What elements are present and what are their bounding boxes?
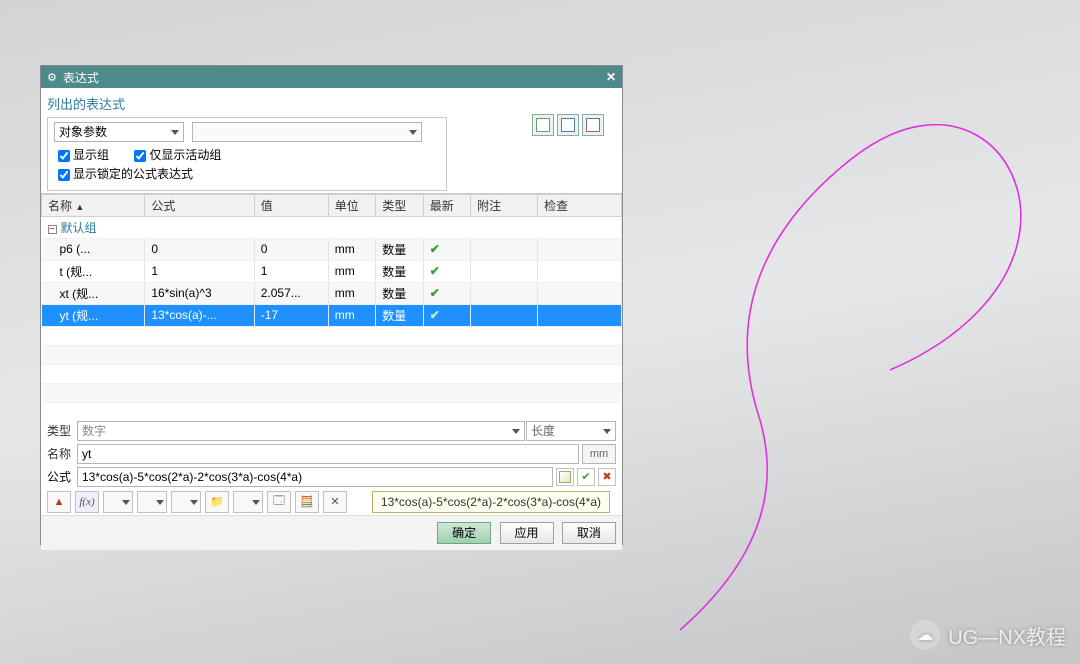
tool-calc[interactable]: 🧮	[295, 491, 319, 513]
titlebar[interactable]: ⚙ 表达式 ✕	[41, 66, 622, 88]
gear-icon: ⚙	[47, 71, 57, 84]
checkbox-show-group[interactable]: 显示组	[54, 146, 109, 165]
formula-reject-icon[interactable]	[598, 468, 616, 486]
dialog-buttons: 确定 应用 取消	[41, 515, 622, 550]
top-icon-strip	[532, 114, 604, 136]
name-label: 名称	[47, 445, 77, 462]
type-label: 类型	[47, 422, 77, 439]
table-row[interactable]: xt (规...16*sin(a)^32.057...mm数量✔	[42, 282, 622, 304]
tool-folder[interactable]: 📁	[205, 491, 229, 513]
checkbox-show-group-box[interactable]	[58, 150, 70, 162]
wechat-icon: ☁	[910, 620, 940, 650]
tool-dd-1[interactable]	[103, 491, 133, 513]
ok-button[interactable]: 确定	[437, 522, 491, 544]
expression-dialog: ⚙ 表达式 ✕ 列出的表达式 对象参数 显示组 仅显示活动组 显示锁定的公式表达…	[40, 65, 623, 545]
checkbox-show-locked-box[interactable]	[58, 169, 70, 181]
formula-label: 公式	[47, 468, 77, 485]
sheet-icon-2[interactable]	[557, 114, 579, 136]
upper-panel: 列出的表达式 对象参数 显示组 仅显示活动组 显示锁定的公式表达式	[41, 88, 622, 194]
tool-fx[interactable]: f(x)	[75, 491, 99, 513]
name-input[interactable]	[77, 444, 579, 464]
group-default[interactable]: −默认组	[42, 216, 622, 238]
sheet-icon-3[interactable]	[582, 114, 604, 136]
grid-header[interactable]: 名称 ▲ 公式 值 单位 类型 最新 附注 检查	[42, 194, 622, 216]
apply-button[interactable]: 应用	[500, 522, 554, 544]
tool-dd-4[interactable]	[233, 491, 263, 513]
filter-dropdown-1[interactable]: 对象参数	[54, 122, 184, 142]
table-row-selected[interactable]: yt (规...13*cos(a)-...-17mm数量✔	[42, 304, 622, 326]
dialog-title: 表达式	[63, 69, 99, 86]
filter-box: 对象参数 显示组 仅显示活动组 显示锁定的公式表达式	[47, 117, 447, 191]
formula-accept-icon[interactable]	[577, 468, 595, 486]
formula-tooltip: 13*cos(a)-5*cos(2*a)-2*cos(3*a)-cos(4*a)	[372, 491, 610, 513]
checkbox-active-only[interactable]: 仅显示活动组	[130, 146, 221, 165]
bottom-toolbar: ▲ f(x) 📁 🗔 🧮 ✕ 13*cos(a)-5*cos(2*a)-2*co…	[47, 491, 616, 513]
dimension-select[interactable]: 长度	[526, 421, 616, 441]
viewport-curve	[620, 40, 1060, 660]
cancel-button[interactable]: 取消	[562, 522, 616, 544]
type-select[interactable]: 数字	[77, 421, 525, 441]
checkbox-show-locked[interactable]: 显示锁定的公式表达式	[54, 165, 193, 184]
formula-input[interactable]	[77, 467, 553, 487]
watermark-text: UG—NX教程	[948, 621, 1066, 650]
formula-edit-icon[interactable]	[556, 468, 574, 486]
tool-dd-2[interactable]	[137, 491, 167, 513]
tool-dd-3[interactable]	[171, 491, 201, 513]
tool-delete[interactable]: ✕	[323, 491, 347, 513]
filter-dropdown-2[interactable]	[192, 122, 422, 142]
checkbox-active-only-box[interactable]	[134, 150, 146, 162]
table-row[interactable]: t (规...11mm数量✔	[42, 260, 622, 282]
unit-box[interactable]: mm	[582, 444, 616, 464]
section-title: 列出的表达式	[47, 94, 616, 113]
table-row[interactable]: p6 (...00mm数量✔	[42, 238, 622, 260]
watermark: ☁ UG—NX教程	[910, 620, 1066, 650]
tool-flag[interactable]: ▲	[47, 491, 71, 513]
edit-panel: 类型 数字 长度 名称 mm 公式 ▲ f(x) 📁 🗔 🧮 ✕	[41, 414, 622, 515]
sheet-icon-1[interactable]	[532, 114, 554, 136]
tool-sheet[interactable]: 🗔	[267, 491, 291, 513]
expression-grid[interactable]: 名称 ▲ 公式 值 单位 类型 最新 附注 检查 −默认组 p6 (...00m…	[41, 194, 622, 414]
close-icon[interactable]: ✕	[606, 70, 616, 84]
